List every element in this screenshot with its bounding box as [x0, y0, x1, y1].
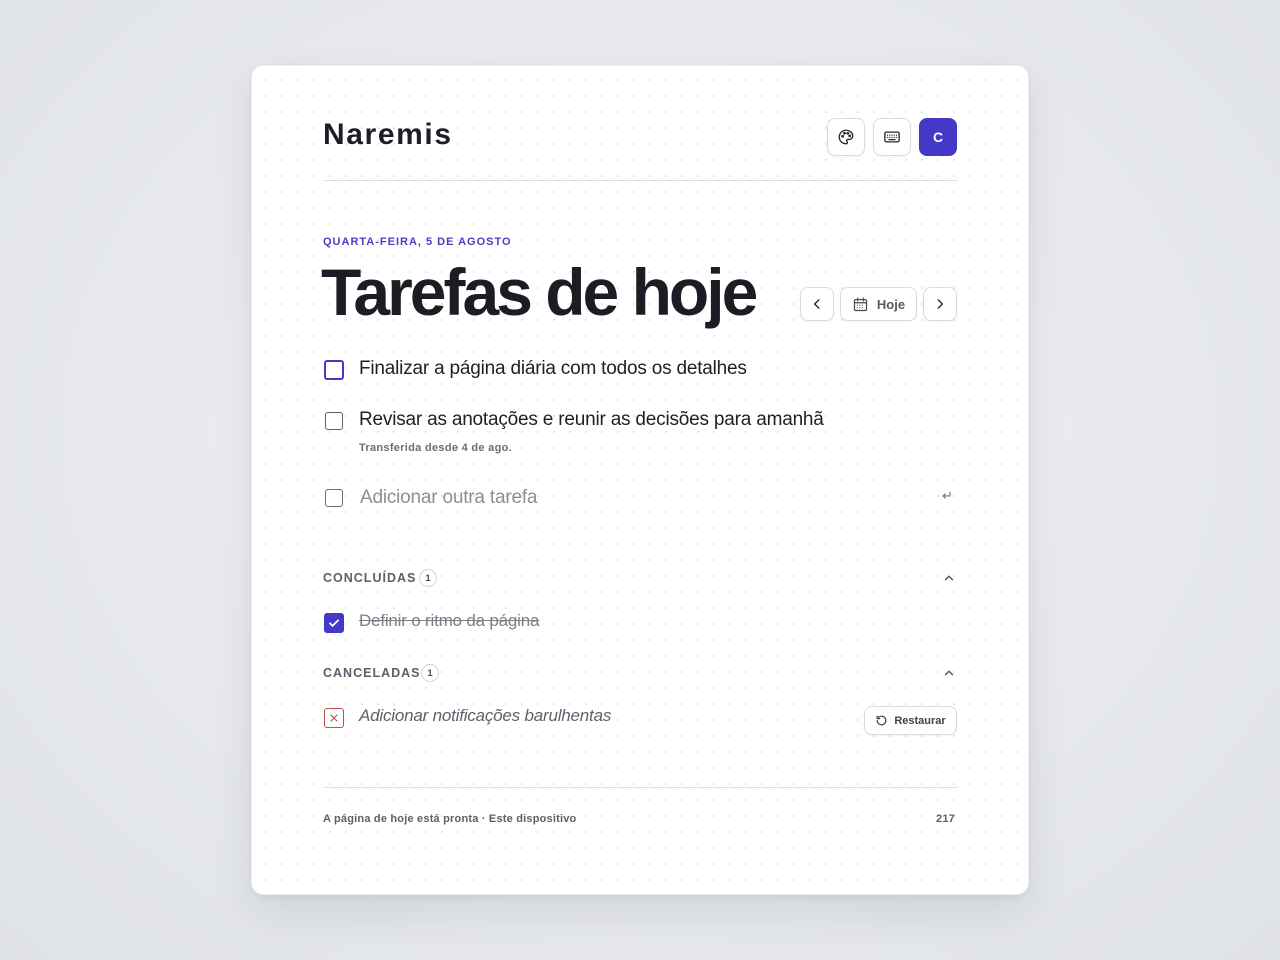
task-label[interactable]: Revisar as anotações e reunir as decisõe…	[359, 409, 824, 431]
task-label[interactable]: Finalizar a página diária com todos os d…	[359, 358, 747, 380]
completed-task-checkbox[interactable]	[324, 613, 344, 633]
cancelled-collapse-toggle[interactable]	[942, 666, 956, 685]
footer-status: A página de hoje está pronta · Este disp…	[323, 813, 577, 825]
new-task-input[interactable]: Adicionar outra tarefa	[360, 487, 537, 509]
new-task-checkbox	[325, 489, 343, 507]
x-icon	[330, 714, 338, 722]
keyboard-shortcuts-button[interactable]	[873, 118, 911, 156]
task-carried-over-note: Transferida desde 4 de ago.	[359, 442, 512, 454]
chevron-up-icon	[944, 575, 954, 581]
brand-title: Naremis	[323, 118, 453, 151]
daily-page-card: Naremis C QUARTA-FEIRA, 5 DE AGOSTO Tare…	[251, 65, 1029, 895]
today-label: Hoje	[876, 296, 906, 312]
completed-count-badge: 1	[419, 569, 437, 587]
restore-label: Restaurar	[894, 714, 946, 727]
theme-button[interactable]	[827, 118, 865, 156]
restore-icon	[876, 715, 887, 726]
chevron-left-icon	[813, 299, 820, 309]
cancelled-section-header[interactable]: CANCELADAS	[323, 666, 421, 680]
calendar-icon	[853, 297, 868, 311]
completed-task-label: Definir o ritmo da página	[359, 611, 540, 630]
restore-button[interactable]: Restaurar	[864, 706, 957, 735]
checkmark-icon	[329, 619, 339, 627]
footer-count: 217	[936, 813, 955, 825]
chevron-right-icon	[937, 299, 944, 309]
page-title: Tarefas de hoje	[321, 255, 758, 329]
palette-icon	[838, 129, 854, 145]
completed-collapse-toggle[interactable]	[942, 571, 956, 590]
cancelled-task-marker	[324, 708, 344, 728]
previous-day-button[interactable]	[800, 287, 834, 321]
keyboard-icon	[884, 131, 900, 143]
header-divider	[323, 180, 958, 181]
cancelled-count-badge: 1	[421, 664, 439, 682]
today-button[interactable]: Hoje	[840, 287, 917, 321]
completed-section-header[interactable]: CONCLUÍDAS	[323, 571, 416, 585]
task-checkbox[interactable]	[324, 360, 344, 380]
footer-divider	[323, 787, 958, 788]
enter-key-hint: ↵	[942, 488, 953, 503]
cancelled-task-label: Adicionar notificações barulhentas	[359, 706, 612, 725]
next-day-button[interactable]	[923, 287, 957, 321]
task-checkbox[interactable]	[325, 412, 343, 430]
user-avatar-button[interactable]: C	[919, 118, 957, 156]
chevron-up-icon	[944, 670, 954, 676]
current-date: QUARTA-FEIRA, 5 DE AGOSTO	[323, 236, 512, 248]
